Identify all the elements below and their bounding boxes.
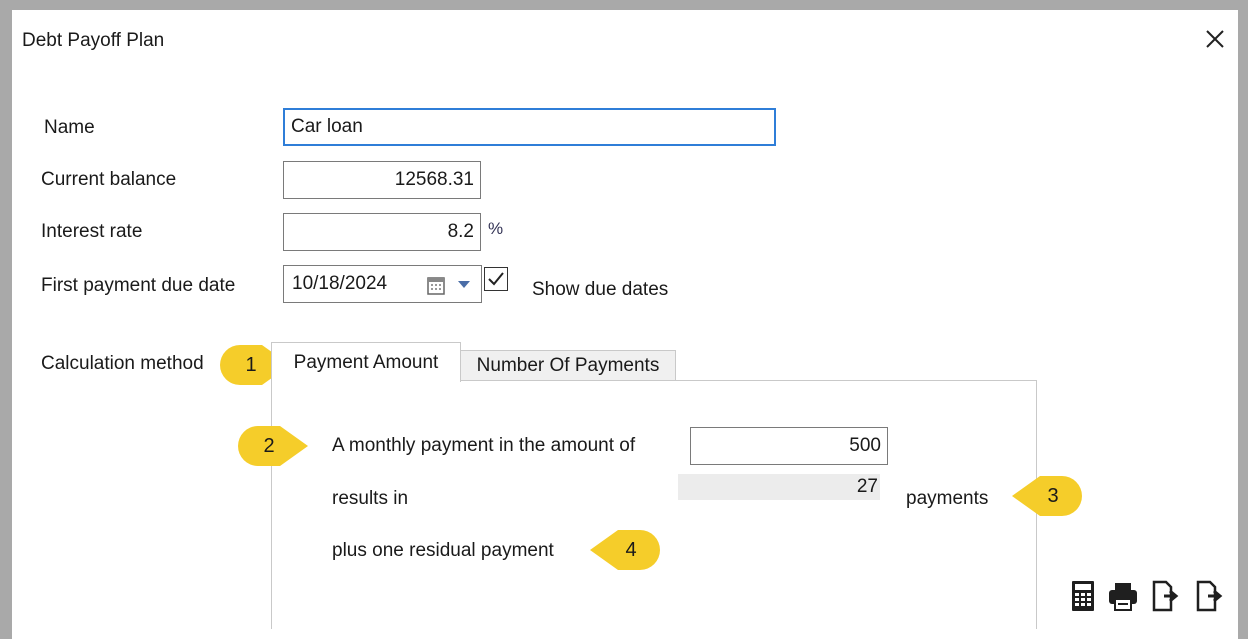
residual-payment-label: plus one residual payment	[332, 540, 554, 561]
export-icon[interactable]	[1194, 578, 1224, 614]
payments-count-readout: 27	[678, 474, 880, 500]
calendar-icon[interactable]	[427, 276, 449, 296]
tab-payment-amount[interactable]: Payment Amount	[271, 342, 461, 382]
due-date-label: First payment due date	[41, 275, 236, 296]
show-due-dates-label[interactable]: Show due dates	[532, 279, 668, 301]
name-input[interactable]	[283, 108, 776, 146]
tab-number-of-payments[interactable]: Number Of Payments	[460, 350, 676, 381]
callout-number: 3	[1047, 485, 1059, 507]
print-icon[interactable]	[1106, 578, 1140, 614]
percent-unit: %	[488, 219, 504, 238]
current-balance-input[interactable]	[283, 161, 481, 199]
checkmark-icon	[488, 272, 504, 286]
callout-number: 1	[245, 354, 257, 376]
export-icon[interactable]	[1150, 578, 1180, 614]
callout-3: 3	[1010, 474, 1084, 518]
callout-2: 2	[236, 424, 310, 468]
calculator-icon[interactable]	[1068, 578, 1098, 614]
balance-label: Current balance	[41, 169, 177, 190]
monthly-payment-input[interactable]	[690, 427, 888, 465]
interest-rate-input[interactable]	[283, 213, 481, 251]
name-label: Name	[44, 117, 95, 138]
callout-4: 4	[588, 528, 662, 572]
first-due-date-picker[interactable]: 10/18/2024	[283, 265, 482, 303]
results-in-label: results in	[332, 488, 409, 509]
window-title: Debt Payoff Plan	[22, 30, 165, 51]
show-due-dates-checkbox[interactable]	[484, 267, 508, 291]
close-icon[interactable]	[1202, 26, 1228, 52]
due-date-value: 10/18/2024	[292, 273, 388, 294]
payments-unit-label: payments	[906, 488, 989, 509]
interest-rate-label: Interest rate	[41, 221, 143, 242]
chevron-down-icon[interactable]	[457, 279, 471, 289]
calculation-method-label: Calculation method	[41, 353, 204, 374]
monthly-payment-label: A monthly payment in the amount of	[332, 435, 636, 456]
callout-number: 4	[625, 539, 637, 561]
callout-number: 2	[263, 435, 275, 457]
